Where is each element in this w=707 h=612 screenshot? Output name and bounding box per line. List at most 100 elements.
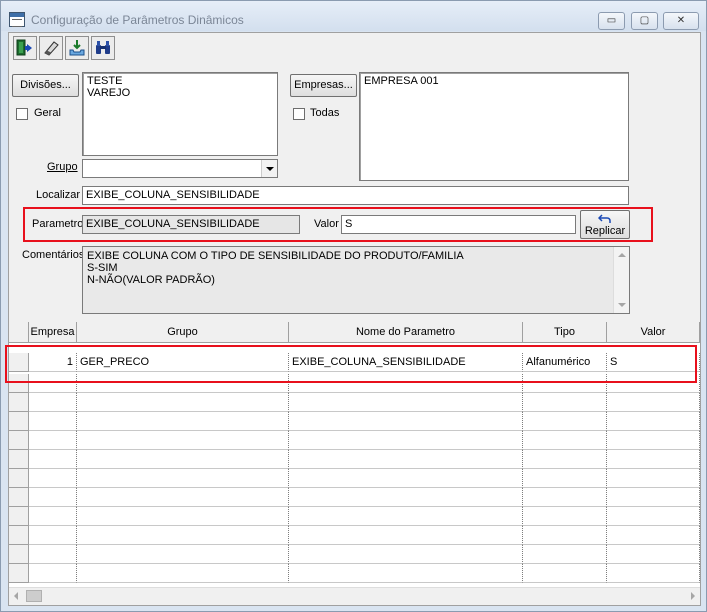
table-cell-grupo[interactable] bbox=[77, 431, 289, 450]
table-cell-valor[interactable] bbox=[607, 431, 700, 450]
table-cell-empresa[interactable] bbox=[29, 526, 77, 545]
divisoes-list[interactable]: TESTE VAREJO bbox=[82, 72, 278, 156]
table-cell-tipo[interactable] bbox=[523, 488, 607, 507]
row-indicator[interactable] bbox=[9, 488, 29, 507]
table-cell-empresa[interactable] bbox=[29, 450, 77, 469]
scroll-right-icon[interactable] bbox=[691, 592, 695, 600]
main-window: Configuração de Parâmetros Dinâmicos ▭ ▢… bbox=[0, 0, 707, 612]
search-button[interactable] bbox=[91, 36, 115, 60]
row-indicator[interactable] bbox=[9, 526, 29, 545]
table-cell-nome[interactable] bbox=[289, 488, 523, 507]
row-indicator[interactable] bbox=[9, 450, 29, 469]
horizontal-scrollbar[interactable] bbox=[9, 587, 700, 604]
row-indicator[interactable] bbox=[9, 431, 29, 450]
save-button[interactable] bbox=[65, 36, 89, 60]
column-header-empresa[interactable]: Empresa bbox=[29, 322, 77, 343]
geral-checkbox[interactable] bbox=[16, 108, 28, 120]
window-title: Configuração de Parâmetros Dinâmicos bbox=[31, 13, 244, 27]
table-cell-grupo[interactable] bbox=[77, 564, 289, 583]
table-cell-valor[interactable] bbox=[607, 526, 700, 545]
column-header-valor[interactable]: Valor bbox=[607, 322, 700, 343]
minimize-button[interactable]: ▭ bbox=[598, 12, 625, 30]
table-cell-tipo[interactable] bbox=[523, 564, 607, 583]
table-cell-nome[interactable] bbox=[289, 507, 523, 526]
column-header-tipo[interactable]: Tipo bbox=[523, 322, 607, 343]
exit-button[interactable] bbox=[13, 36, 37, 60]
table-cell-valor[interactable] bbox=[607, 564, 700, 583]
table-cell-grupo[interactable] bbox=[77, 393, 289, 412]
localizar-input[interactable]: EXIBE_COLUNA_SENSIBILIDADE bbox=[82, 186, 629, 205]
todas-checkbox[interactable] bbox=[293, 108, 305, 120]
memo-scrollbar[interactable] bbox=[613, 247, 629, 313]
table-cell-nome[interactable] bbox=[289, 545, 523, 564]
list-item[interactable]: TESTE bbox=[87, 75, 273, 87]
table-cell-tipo[interactable] bbox=[523, 431, 607, 450]
row-indicator[interactable] bbox=[9, 564, 29, 583]
table-cell-tipo[interactable] bbox=[523, 507, 607, 526]
grupo-select[interactable] bbox=[82, 159, 278, 178]
table-cell-tipo[interactable] bbox=[523, 545, 607, 564]
table-cell-tipo[interactable] bbox=[523, 526, 607, 545]
table-cell-nome[interactable] bbox=[289, 431, 523, 450]
replicar-button[interactable]: Replicar bbox=[580, 210, 630, 239]
divisoes-button[interactable]: Divisões... bbox=[12, 74, 79, 97]
table-cell-nome[interactable] bbox=[289, 412, 523, 431]
table-cell-nome[interactable] bbox=[289, 564, 523, 583]
table-cell-valor[interactable] bbox=[607, 507, 700, 526]
scroll-up-icon[interactable] bbox=[618, 253, 626, 257]
undo-arrow-icon bbox=[581, 213, 629, 225]
table-cell-grupo[interactable] bbox=[77, 450, 289, 469]
empresas-button[interactable]: Empresas... bbox=[290, 74, 357, 97]
table-cell-empresa[interactable] bbox=[29, 431, 77, 450]
table-cell-nome[interactable] bbox=[289, 469, 523, 488]
table-cell-empresa[interactable] bbox=[29, 564, 77, 583]
comentarios-memo[interactable]: EXIBE COLUNA COM O TIPO DE SENSIBILIDADE… bbox=[82, 246, 630, 314]
scroll-down-icon[interactable] bbox=[618, 303, 626, 307]
save-tray-icon bbox=[69, 40, 85, 56]
table-cell-nome[interactable] bbox=[289, 393, 523, 412]
table-cell-grupo[interactable] bbox=[77, 412, 289, 431]
scroll-left-icon[interactable] bbox=[14, 592, 18, 600]
table-cell-empresa[interactable] bbox=[29, 393, 77, 412]
empresas-list[interactable]: EMPRESA 001 bbox=[359, 72, 629, 181]
table-cell-valor[interactable] bbox=[607, 450, 700, 469]
row-indicator[interactable] bbox=[9, 545, 29, 564]
clear-button[interactable] bbox=[39, 36, 63, 60]
scroll-thumb[interactable] bbox=[26, 590, 42, 602]
table-cell-tipo[interactable] bbox=[523, 450, 607, 469]
column-header-nome[interactable]: Nome do Parametro bbox=[289, 322, 523, 343]
table-cell-tipo[interactable] bbox=[523, 393, 607, 412]
chevron-down-icon[interactable] bbox=[261, 160, 277, 177]
table-cell-valor[interactable] bbox=[607, 469, 700, 488]
title-bar: Configuração de Parâmetros Dinâmicos ▭ ▢… bbox=[1, 1, 706, 31]
table-cell-valor[interactable] bbox=[607, 545, 700, 564]
table-cell-valor[interactable] bbox=[607, 412, 700, 431]
close-button[interactable]: ✕ bbox=[663, 12, 699, 30]
table-cell-empresa[interactable] bbox=[29, 488, 77, 507]
table-cell-valor[interactable] bbox=[607, 393, 700, 412]
maximize-button[interactable]: ▢ bbox=[631, 12, 658, 30]
table-cell-grupo[interactable] bbox=[77, 488, 289, 507]
table-cell-grupo[interactable] bbox=[77, 526, 289, 545]
valor-input[interactable]: S bbox=[341, 215, 576, 234]
table-cell-tipo[interactable] bbox=[523, 412, 607, 431]
table-cell-grupo[interactable] bbox=[77, 507, 289, 526]
table-cell-empresa[interactable] bbox=[29, 412, 77, 431]
row-indicator[interactable] bbox=[9, 469, 29, 488]
table-cell-empresa[interactable] bbox=[29, 507, 77, 526]
list-item[interactable]: VAREJO bbox=[87, 87, 273, 99]
table-cell-grupo[interactable] bbox=[77, 545, 289, 564]
row-indicator[interactable] bbox=[9, 393, 29, 412]
row-indicator[interactable] bbox=[9, 412, 29, 431]
column-header-grupo[interactable]: Grupo bbox=[77, 322, 289, 343]
table-cell-grupo[interactable] bbox=[77, 469, 289, 488]
table-cell-valor[interactable] bbox=[607, 488, 700, 507]
table-cell-empresa[interactable] bbox=[29, 469, 77, 488]
localizar-label: Localizar bbox=[36, 189, 81, 201]
table-cell-nome[interactable] bbox=[289, 450, 523, 469]
table-cell-empresa[interactable] bbox=[29, 545, 77, 564]
list-item[interactable]: EMPRESA 001 bbox=[364, 75, 624, 87]
table-cell-tipo[interactable] bbox=[523, 469, 607, 488]
table-cell-nome[interactable] bbox=[289, 526, 523, 545]
row-indicator[interactable] bbox=[9, 507, 29, 526]
